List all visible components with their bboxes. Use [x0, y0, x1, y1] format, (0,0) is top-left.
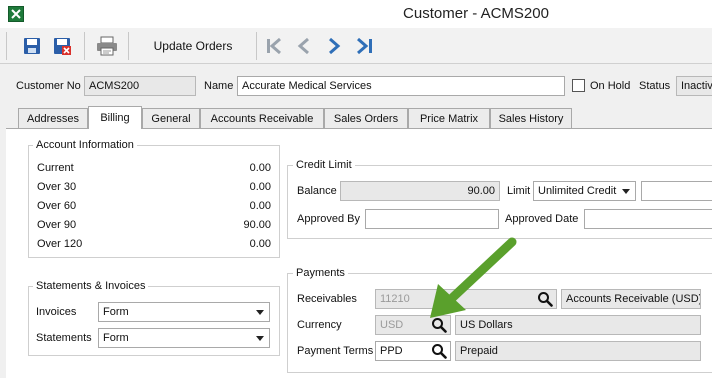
payments-title: Payments [293, 267, 348, 279]
statements-select[interactable]: Form [98, 328, 270, 348]
on-hold-checkbox[interactable] [572, 79, 585, 92]
tab-billing[interactable]: Billing [88, 106, 142, 129]
account-row-value: 0.00 [249, 162, 271, 174]
title-bar: Customer - ACMS200 [0, 0, 712, 28]
toolbar-grip [6, 32, 7, 60]
next-record-icon [329, 37, 341, 55]
previous-record-icon [297, 37, 309, 55]
tab-general[interactable]: General [142, 108, 200, 128]
status-field[interactable]: Inactiv [676, 76, 712, 96]
limit-label: Limit [507, 185, 531, 197]
tab-sales-orders[interactable]: Sales Orders [324, 108, 408, 128]
search-icon[interactable] [537, 291, 553, 307]
name-label: Name [204, 80, 234, 92]
tab-sales-history[interactable]: Sales History [490, 108, 572, 128]
limit-select[interactable]: Unlimited Credit [533, 181, 636, 201]
invoices-select[interactable]: Form [98, 302, 270, 322]
approved-date-label: Approved Date [505, 213, 579, 225]
limit-select-value: Unlimited Credit [538, 185, 617, 197]
chevron-down-icon [256, 336, 264, 341]
toolbar: Update Orders [0, 28, 712, 64]
tab-price-matrix[interactable]: Price Matrix [408, 108, 490, 128]
account-row-label: Over 60 [37, 200, 77, 212]
chevron-down-icon [622, 189, 630, 194]
account-row-value: 90.00 [243, 219, 271, 231]
annotation-arrow [430, 237, 517, 318]
credit-limit-title: Credit Limit [293, 159, 355, 171]
payment-terms-label: Payment Terms [297, 345, 374, 357]
payment-terms-description-field: Prepaid [455, 341, 701, 361]
account-row: Over 90 90.00 [37, 219, 271, 233]
last-record-icon [357, 37, 372, 55]
account-row-value: 0.00 [249, 200, 271, 212]
tab-addresses[interactable]: Addresses [18, 108, 88, 128]
account-row-value: 0.00 [249, 181, 271, 193]
name-field[interactable]: Accurate Medical Services [237, 76, 565, 96]
account-row-label: Over 120 [37, 238, 83, 250]
save-button[interactable] [18, 32, 46, 60]
save-icon [24, 38, 40, 54]
account-row: Over 30 0.00 [37, 181, 271, 195]
account-row-label: Current [37, 162, 74, 174]
update-orders-button[interactable]: Update Orders [134, 32, 252, 60]
on-hold-label: On Hold [590, 80, 631, 92]
save-close-icon [54, 38, 71, 55]
currency-label: Currency [297, 319, 342, 331]
approved-by-label: Approved By [297, 213, 360, 225]
print-icon [97, 36, 117, 56]
previous-record-button[interactable] [292, 32, 316, 60]
account-row: Current 0.00 [37, 162, 271, 176]
statements-invoices-title: Statements & Invoices [33, 280, 149, 292]
account-row-value: 0.00 [249, 238, 271, 250]
window-title: Customer - ACMS200 [403, 5, 549, 22]
receivables-description-field: Accounts Receivable (USD) [561, 289, 701, 309]
status-label: Status [639, 80, 671, 92]
toolbar-separator [84, 32, 85, 60]
account-row: Over 120 0.00 [37, 238, 271, 252]
limit-amount-field[interactable] [641, 181, 712, 201]
customer-no-field[interactable]: ACMS200 [84, 76, 196, 96]
account-information-title: Account Information [33, 139, 137, 151]
print-button[interactable] [92, 32, 122, 60]
account-row: Over 60 0.00 [37, 200, 271, 214]
balance-label: Balance [297, 185, 337, 197]
toolbar-separator [128, 32, 129, 60]
invoices-select-value: Form [103, 306, 129, 318]
account-row-label: Over 90 [37, 219, 77, 231]
tab-accounts-receivable[interactable]: Accounts Receivable [200, 108, 324, 128]
first-record-icon [267, 37, 281, 55]
last-record-button[interactable] [352, 32, 378, 60]
receivables-label: Receivables [297, 293, 357, 305]
customer-no-label: Customer No [16, 80, 81, 92]
invoices-label: Invoices [36, 306, 77, 318]
next-record-button[interactable] [322, 32, 346, 60]
toolbar-separator [256, 32, 257, 60]
account-row-label: Over 30 [37, 181, 77, 193]
first-record-button[interactable] [262, 32, 286, 60]
approved-date-field[interactable] [584, 209, 712, 229]
chevron-down-icon [256, 310, 264, 315]
statements-select-value: Form [103, 332, 129, 344]
search-icon[interactable] [431, 343, 447, 359]
statements-label: Statements [36, 332, 92, 344]
balance-field[interactable]: 90.00 [340, 181, 500, 201]
approved-by-field[interactable] [365, 209, 499, 229]
save-and-close-button[interactable] [48, 32, 76, 60]
